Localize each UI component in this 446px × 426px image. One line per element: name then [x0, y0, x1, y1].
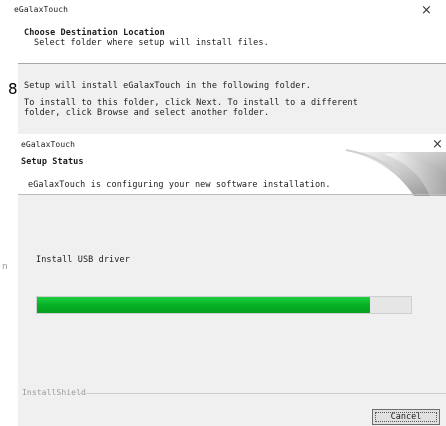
progress-bar-fill: [37, 297, 370, 313]
installshield-graphic-icon: [345, 149, 446, 196]
left-edge-glyph: n: [2, 262, 8, 272]
current-task: Install USB driver: [36, 255, 130, 265]
background-subheading: Select folder where setup will install f…: [34, 38, 269, 48]
status-text: eGalaxTouch is configuring your new soft…: [28, 180, 331, 190]
background-line-1: Setup will install eGalaxTouch in the fo…: [24, 81, 311, 91]
cancel-button[interactable]: Cancel: [372, 409, 440, 425]
progress-bar: [36, 296, 412, 314]
background-heading: Choose Destination Location: [24, 28, 165, 38]
header-divider: [18, 194, 446, 195]
window-title: eGalaxTouch: [21, 140, 76, 149]
step-number: 8: [8, 80, 18, 98]
background-close-icon[interactable]: ×: [421, 3, 432, 18]
installshield-label: InstallShield: [22, 388, 86, 397]
background-line-3: folder, click Browse and select another …: [24, 108, 270, 118]
background-line-2: To install to this folder, click Next. T…: [24, 98, 358, 108]
dialog-heading: Setup Status: [21, 157, 84, 167]
footer-divider: [80, 393, 446, 394]
setup-status-dialog: eGalaxTouch × Setup Status eGalaxTouch i: [18, 134, 446, 426]
background-dialog-body: Setup will install eGalaxTouch in the fo…: [18, 64, 446, 134]
background-dialog-title: eGalaxTouch: [14, 5, 69, 14]
